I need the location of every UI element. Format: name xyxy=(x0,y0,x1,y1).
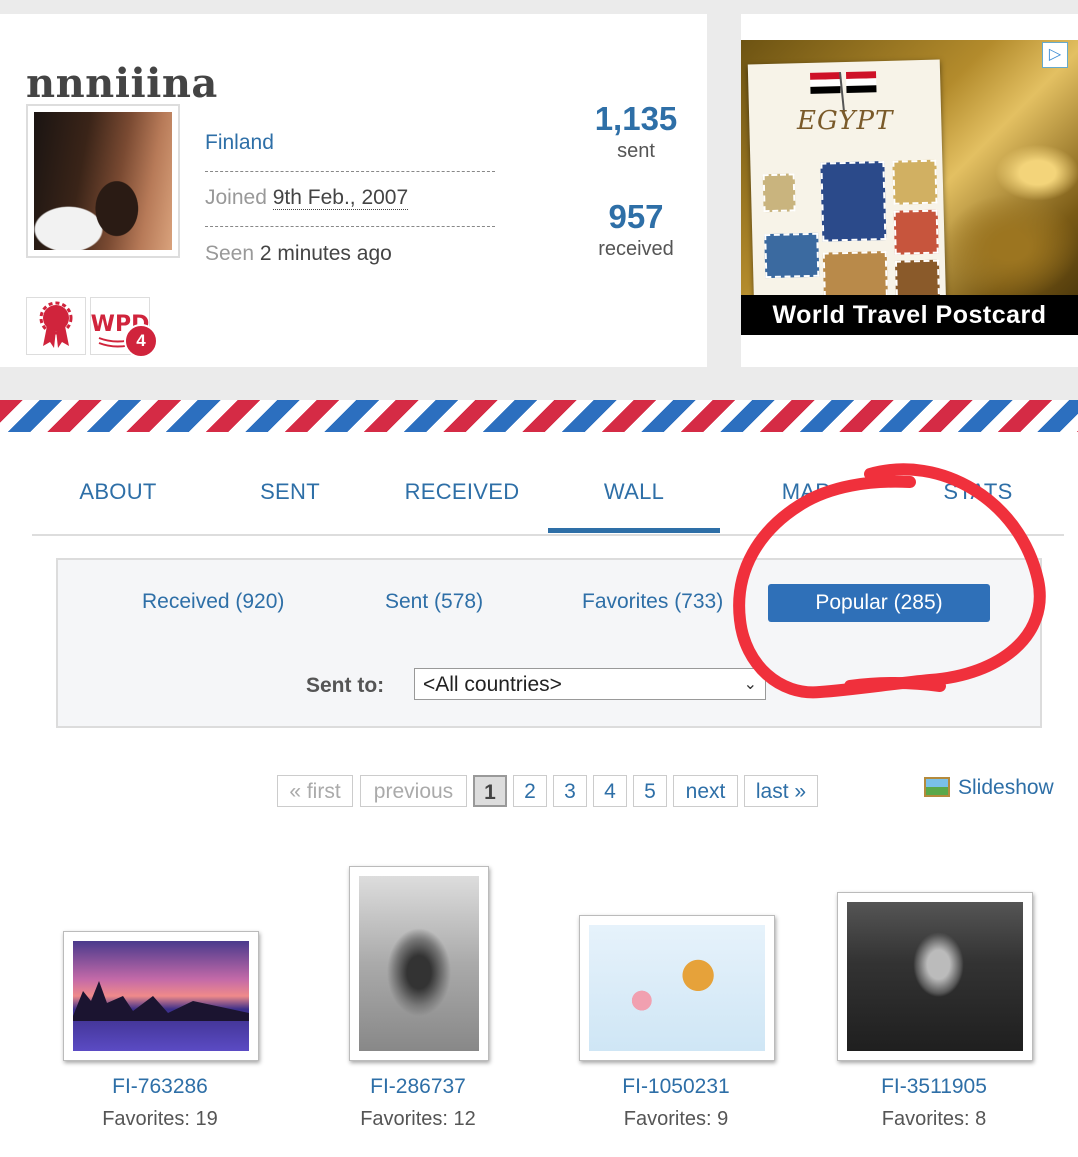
seen-label: Seen xyxy=(205,242,255,265)
stamp xyxy=(820,161,887,242)
profile-card: nnniiina Finland Joined 9th Feb., 2007 S… xyxy=(0,14,707,367)
ribbon-icon xyxy=(39,301,73,348)
postcard-image xyxy=(589,925,765,1051)
tab-wall[interactable]: WALL xyxy=(548,470,720,533)
sent-label: sent xyxy=(617,140,655,162)
postcard-thumbnail[interactable] xyxy=(63,931,259,1061)
slideshow-link[interactable]: Slideshow xyxy=(924,776,1054,800)
pagination-previous: previous xyxy=(360,775,467,807)
received-count[interactable]: 957 xyxy=(576,198,696,236)
ad-caption: World Travel Postcard xyxy=(741,295,1078,335)
seen-value: 2 minutes ago xyxy=(259,242,392,265)
pagination-last[interactable]: last » xyxy=(744,775,818,807)
postcard-id-link[interactable]: FI-286737 xyxy=(308,1075,528,1099)
postcard-favorites: Favorites: 19 xyxy=(102,1108,218,1130)
ad-banner[interactable]: EGYPT ▷ World Travel Postcard xyxy=(741,40,1078,335)
airmail-stripe-divider xyxy=(0,400,1078,432)
ad-postcard-title: EGYPT xyxy=(797,106,894,136)
postcard-thumbnail[interactable] xyxy=(837,892,1033,1061)
wpd-badge-count: 4 xyxy=(124,324,158,358)
received-label: received xyxy=(598,238,674,260)
tab-stats[interactable]: STATS xyxy=(892,470,1064,532)
joined-label: Joined xyxy=(205,186,267,209)
postcard-thumbnail[interactable] xyxy=(579,915,775,1061)
country-link[interactable]: Finland xyxy=(205,131,274,155)
joined-value: 9th Feb., 2007 xyxy=(272,186,409,210)
pagination-first: « first xyxy=(277,775,353,807)
stamp xyxy=(762,173,796,213)
ad-postcard-image xyxy=(747,59,947,315)
pagination-page-2[interactable]: 2 xyxy=(513,775,547,807)
postcard-favorites: Favorites: 12 xyxy=(360,1108,476,1130)
postcard-image xyxy=(359,876,479,1051)
chevron-down-icon: ⌄ xyxy=(743,676,757,693)
postcard-id-link[interactable]: FI-3511905 xyxy=(824,1075,1044,1099)
postcard-image xyxy=(847,902,1023,1051)
received-stat[interactable]: 957 received xyxy=(576,198,696,261)
tab-sent[interactable]: SENT xyxy=(204,470,376,532)
tab-received[interactable]: RECEIVED xyxy=(376,470,548,532)
joined-date: Joined 9th Feb., 2007 xyxy=(205,186,409,210)
pagination-page-1: 1 xyxy=(473,775,507,807)
wall-filter-panel: Received (920) Sent (578) Favorites (733… xyxy=(56,558,1042,728)
pagination-page-4[interactable]: 4 xyxy=(593,775,627,807)
username: nnniiina xyxy=(26,60,218,107)
divider xyxy=(205,226,495,227)
filter-favorites[interactable]: Favorites (733) xyxy=(582,590,723,614)
profile-tabs: ABOUT SENT RECEIVED WALL MAP STATS xyxy=(32,470,1064,536)
sent-to-select[interactable]: <All countries> ⌄ xyxy=(414,668,766,700)
picture-icon xyxy=(924,777,950,797)
postcard-favorites: Favorites: 8 xyxy=(881,1108,987,1130)
sent-count[interactable]: 1,135 xyxy=(576,100,696,138)
filter-sent[interactable]: Sent (578) xyxy=(385,590,483,614)
filter-received[interactable]: Received (920) xyxy=(142,590,284,614)
postcard-id-link[interactable]: FI-763286 xyxy=(50,1075,270,1099)
sent-stat[interactable]: 1,135 sent xyxy=(576,100,696,163)
stamp xyxy=(764,232,820,279)
postcard-thumbnail[interactable] xyxy=(349,866,489,1061)
slideshow-label: Slideshow xyxy=(958,776,1054,799)
tab-map[interactable]: MAP xyxy=(720,470,892,532)
pagination-next[interactable]: next xyxy=(673,775,738,807)
ribbon-badge[interactable] xyxy=(26,297,86,355)
pagination-page-3[interactable]: 3 xyxy=(553,775,587,807)
postcard-favorites: Favorites: 9 xyxy=(623,1108,729,1130)
postcard-id-link[interactable]: FI-1050231 xyxy=(566,1075,786,1099)
sent-to-label: Sent to: xyxy=(306,674,385,697)
sent-to-value: <All countries> xyxy=(423,673,562,696)
pagination-page-5[interactable]: 5 xyxy=(633,775,667,807)
stamp xyxy=(893,209,939,255)
avatar[interactable] xyxy=(26,104,180,258)
postcard-image xyxy=(73,941,249,1051)
stamp xyxy=(892,159,938,205)
last-seen: Seen 2 minutes ago xyxy=(205,242,392,266)
filter-popular-button[interactable]: Popular (285) xyxy=(768,584,990,622)
ad-choices-icon[interactable]: ▷ xyxy=(1042,42,1068,68)
avatar-image xyxy=(34,112,172,250)
tab-about[interactable]: ABOUT xyxy=(32,470,204,532)
divider xyxy=(205,171,495,172)
